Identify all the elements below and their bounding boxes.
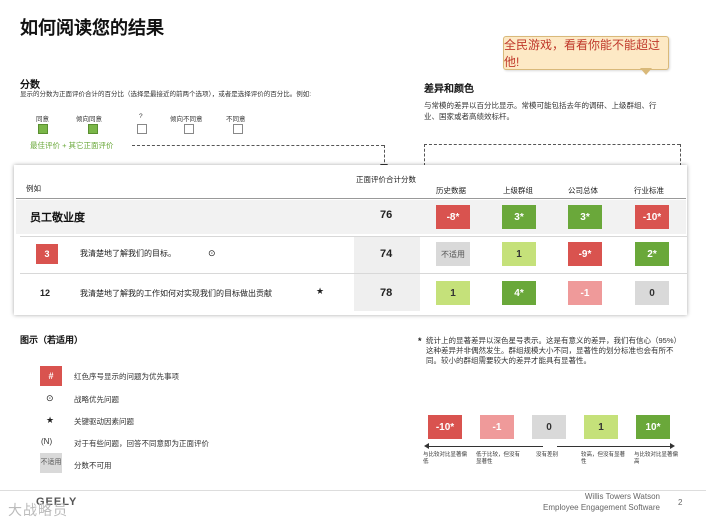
- question-number: 3: [44, 249, 50, 259]
- scale-label-tend-disagree: 倾向不同意: [170, 116, 203, 123]
- header-divider: [16, 198, 686, 199]
- diff-bracket-left: [424, 144, 425, 166]
- cell-history: 1: [436, 281, 470, 305]
- legend-heading: 图示（若适用）: [20, 335, 84, 345]
- scale-caption: 低于比较，但没有显著性: [476, 452, 521, 465]
- strategy-icon: ⊙: [208, 248, 216, 258]
- cell-industry: 0: [635, 281, 669, 305]
- col-header-company: 公司总体: [568, 186, 598, 195]
- scale-box-neutral: [137, 124, 147, 134]
- cell-company: 3*: [568, 205, 602, 229]
- row-label-q12: 我清楚地了解我的工作如何对实现我们的目标做出贡献: [80, 289, 272, 298]
- arrow-left-line: [428, 446, 543, 447]
- star-icon: ★: [316, 286, 325, 296]
- scale-cell-low-sig: -10*: [428, 415, 462, 439]
- scale-caption: 与比较对比显著偏高: [634, 452, 679, 465]
- arrow-left-head: [424, 443, 429, 449]
- row-score-q3: 74: [380, 248, 393, 260]
- scale-cell-zero: 0: [532, 415, 566, 439]
- page-title: 如何阅读您的结果: [20, 18, 164, 38]
- watermark: 大战略员: [8, 502, 68, 518]
- scale-box-tend-agree: [88, 124, 98, 134]
- row-score-q12: 78: [380, 287, 393, 299]
- promo-callout: 全民游戏，看看你能不能超过他!: [503, 36, 669, 70]
- scale-caption: 没有差别: [536, 452, 559, 458]
- legend-text-na: 分数不可用: [74, 461, 112, 470]
- example-label: 例如: [26, 184, 41, 193]
- cell-company: -1: [568, 281, 602, 305]
- scale-box-disagree: [233, 124, 243, 134]
- footer-divider: [0, 490, 706, 491]
- cell-industry: 2*: [635, 242, 669, 266]
- scale-caption: 较高，但没有显著性: [581, 452, 626, 465]
- scale-cell-high: 1: [584, 415, 618, 439]
- row-score-engagement: 76: [380, 209, 393, 221]
- scale-label-agree: 同意: [36, 116, 49, 123]
- cell-parent: 1: [502, 242, 536, 266]
- scale-box-agree: [38, 124, 48, 134]
- callout-tail: [640, 68, 652, 75]
- legend-text-strategy: 战略优先问题: [74, 395, 119, 404]
- scale-label-neutral: ?: [139, 113, 143, 120]
- score-desc: 显示的分数为正面评价合计的百分比（选择是最接近的前两个选项），或者是选择评价的百…: [20, 91, 312, 98]
- arrow-right-line: [557, 446, 670, 447]
- row-label-q3: 我清楚地了解我们的目标。: [80, 249, 176, 258]
- col-header-parent: 上级群组: [503, 186, 533, 195]
- footer-company: Willis Towers Watson: [584, 492, 660, 501]
- diff-bracket-top: [424, 144, 680, 145]
- cell-company: -9*: [568, 242, 602, 266]
- cell-industry: -10*: [635, 205, 669, 229]
- row-divider: [20, 273, 687, 274]
- row-divider: [20, 236, 687, 237]
- arrow-right-head: [670, 443, 675, 449]
- legend-text-reverse: 对于有些问题，回答不同意即为正面评价: [74, 439, 209, 448]
- star-icon: ★: [46, 415, 55, 425]
- col-header-industry: 行业标准: [634, 186, 664, 195]
- row-label-engagement: 员工敬业度: [30, 212, 85, 224]
- footer-product: Employee Engagement Software: [543, 503, 660, 512]
- scale-label-disagree: 不同意: [226, 116, 246, 123]
- col-header-score: 正面评价合计分数: [356, 175, 416, 184]
- not-applicable-badge: 不适用: [40, 453, 62, 473]
- page-number: 2: [678, 498, 683, 507]
- legend-text-driver: 关键驱动因素问题: [74, 417, 134, 426]
- cell-parent: 4*: [502, 281, 536, 305]
- diff-bracket-right: [680, 144, 681, 166]
- connector-line-h: [132, 145, 384, 146]
- question-number: 12: [40, 288, 51, 298]
- scale-cell-low: -1: [480, 415, 514, 439]
- reverse-symbol: (N): [41, 437, 53, 446]
- callout-text: 全民游戏，看看你能不能超过他!: [504, 38, 661, 69]
- diff-desc: 与常模的差异以百分比显示。常模可能包括去年的调研、上级群组、行业、国家或者高绩效…: [424, 101, 657, 121]
- legend-symbol: #: [48, 371, 54, 381]
- diff-heading: 差异和颜色: [424, 84, 474, 95]
- cell-parent: 3*: [502, 205, 536, 229]
- cell-history: -8*: [436, 205, 470, 229]
- cell-history: 不适用: [436, 242, 470, 266]
- scale-cell-high-sig: 10*: [636, 415, 670, 439]
- significance-text: 统计上的显著差异以深色星号表示。这是有意义的差异，我们有信心（95%）这种差异并…: [426, 336, 682, 365]
- significance-marker: *: [418, 336, 422, 346]
- strategy-icon: ⊙: [46, 393, 54, 403]
- best-rating-note: 最佳评价 + 其它正面评价: [30, 141, 114, 150]
- legend-text-priority: 红色序号显示的问题为优先事项: [74, 372, 179, 381]
- scale-box-tend-disagree: [184, 124, 194, 134]
- scale-caption: 与比较对比显著偏低: [423, 452, 468, 465]
- scale-label-tend-agree: 倾向同意: [76, 116, 102, 123]
- priority-badge-icon: #: [40, 366, 62, 386]
- question-number-badge: 3: [36, 244, 58, 264]
- col-header-history: 历史数据: [436, 186, 466, 195]
